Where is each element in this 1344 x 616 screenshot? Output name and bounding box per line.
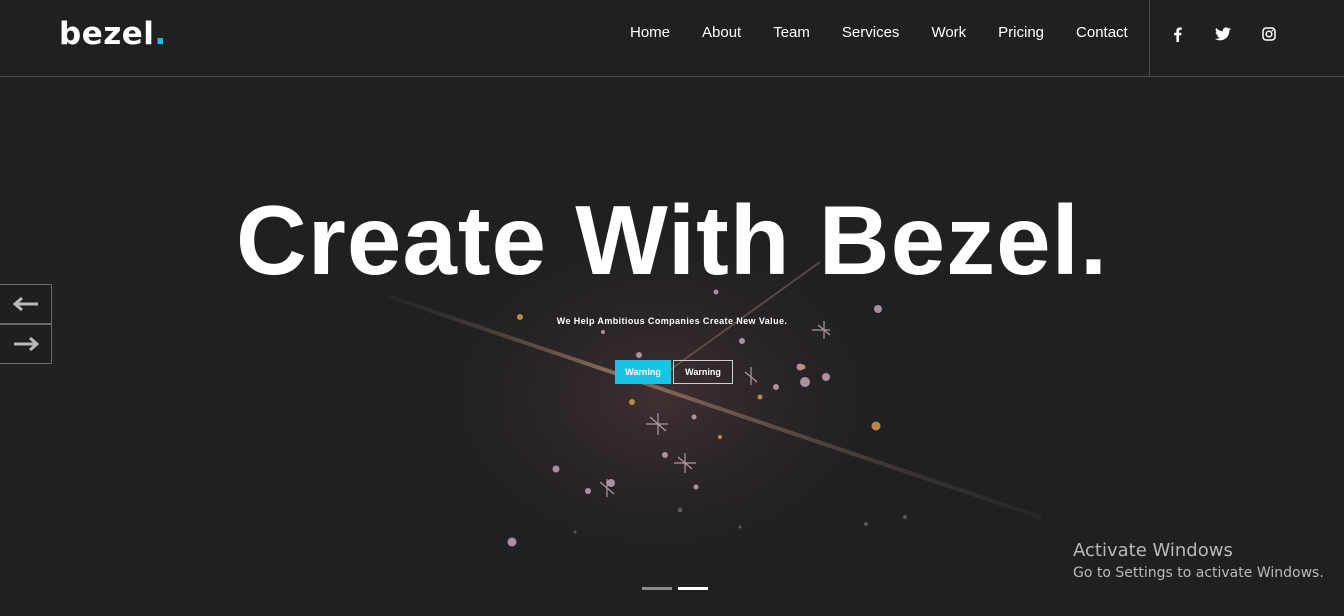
header-divider	[1149, 0, 1150, 76]
hero-subheadline: We Help Ambitious Companies Create New V…	[556, 316, 788, 326]
arrow-left-icon	[12, 297, 38, 311]
site-header: bezel. Home About Team Services Work Pri…	[0, 0, 1344, 77]
twitter-icon[interactable]	[1211, 22, 1235, 46]
main-nav: Home About Team Services Work Pricing Co…	[614, 0, 1144, 66]
nav-item-team[interactable]: Team	[773, 23, 810, 43]
slider-prev-button[interactable]	[0, 284, 52, 324]
hero-headline: Create With Bezel.	[235, 185, 1109, 295]
nav-item-home[interactable]: Home	[630, 23, 670, 43]
nav-item-pricing[interactable]: Pricing	[998, 23, 1044, 43]
hero-section: Create With Bezel. We Help Ambitious Com…	[0, 77, 1344, 616]
slider-indicators	[642, 587, 714, 590]
nav-item-services[interactable]: Services	[842, 23, 900, 43]
nav-item-contact[interactable]: Contact	[1076, 23, 1128, 43]
watermark-subtitle: Go to Settings to activate Windows.	[1073, 565, 1324, 581]
brand-name: bezel	[59, 16, 155, 52]
outline-warning-button[interactable]: Warning	[673, 360, 733, 384]
instagram-icon[interactable]	[1257, 22, 1281, 46]
arrow-right-icon	[13, 337, 39, 351]
facebook-icon[interactable]	[1165, 22, 1189, 46]
slide-indicator[interactable]	[642, 587, 672, 590]
windows-activation-watermark: Activate Windows Go to Settings to activ…	[1073, 540, 1324, 583]
social-links	[1165, 22, 1303, 46]
slider-next-button[interactable]	[0, 324, 52, 364]
brand-logo[interactable]: bezel.	[59, 14, 167, 54]
watermark-title: Activate Windows	[1073, 540, 1233, 561]
brand-dot: .	[154, 16, 167, 52]
slide-indicator-active[interactable]	[678, 587, 708, 590]
nav-item-about[interactable]: About	[702, 23, 741, 43]
nav-item-work[interactable]: Work	[931, 23, 966, 43]
primary-warning-button[interactable]: Warning	[615, 360, 671, 384]
sparkler-background-image	[388, 207, 1042, 587]
hero-buttons: Warning Warning	[615, 360, 733, 384]
